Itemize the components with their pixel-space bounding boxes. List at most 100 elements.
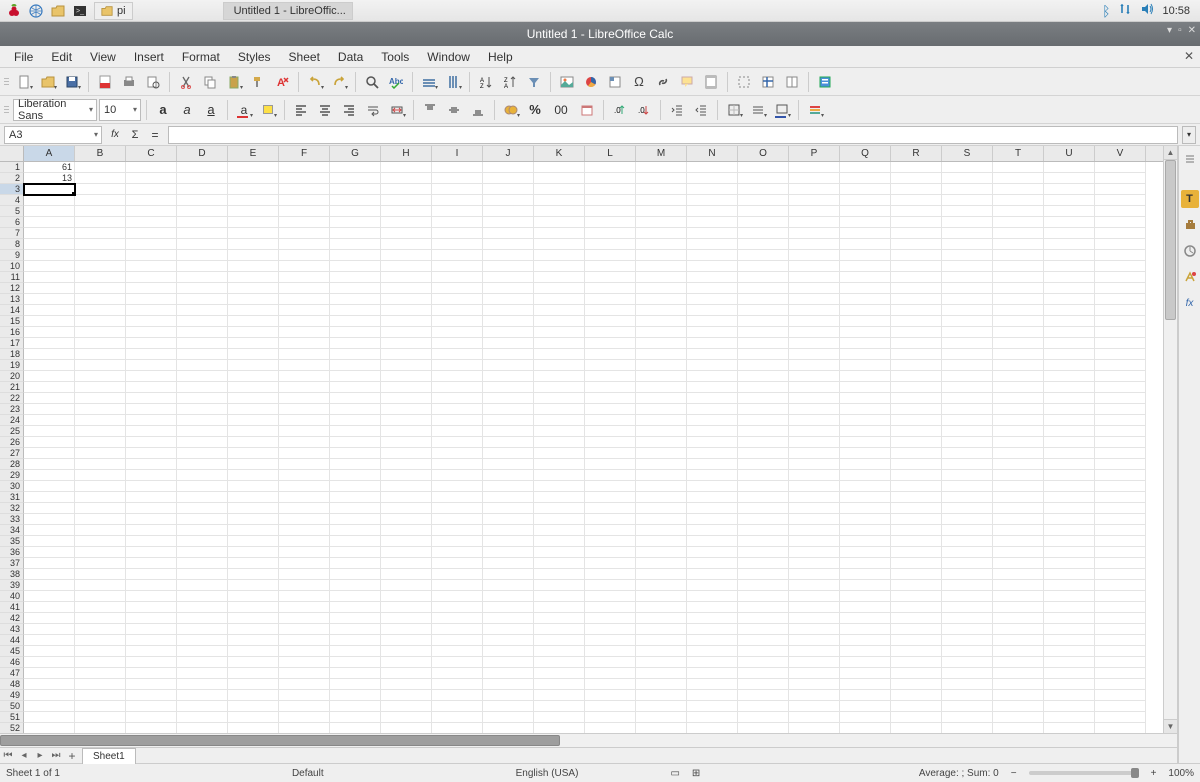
cell[interactable] xyxy=(1044,228,1095,239)
cell[interactable] xyxy=(228,690,279,701)
cell[interactable] xyxy=(942,327,993,338)
cell[interactable] xyxy=(1044,437,1095,448)
cell[interactable] xyxy=(840,591,891,602)
cell[interactable] xyxy=(381,426,432,437)
zoom-out-icon[interactable]: − xyxy=(1011,768,1017,779)
cell[interactable] xyxy=(1095,602,1146,613)
cell[interactable] xyxy=(738,250,789,261)
cell[interactable] xyxy=(1095,668,1146,679)
cell[interactable] xyxy=(636,668,687,679)
cell[interactable] xyxy=(330,195,381,206)
clone-formatting-icon[interactable] xyxy=(247,71,269,93)
cell[interactable] xyxy=(993,382,1044,393)
underline-icon[interactable]: a xyxy=(200,99,222,121)
cell[interactable] xyxy=(381,635,432,646)
cell[interactable] xyxy=(483,162,534,173)
cell[interactable] xyxy=(279,723,330,733)
cell[interactable] xyxy=(585,613,636,624)
font-name-combo[interactable]: Liberation Sans▾ xyxy=(13,99,97,121)
cell[interactable] xyxy=(228,602,279,613)
cell[interactable] xyxy=(585,448,636,459)
taskbar-item-calc[interactable]: Untitled 1 - LibreOffic... xyxy=(223,2,353,20)
cell[interactable] xyxy=(1095,206,1146,217)
row-header[interactable]: 8 xyxy=(0,239,24,250)
cell[interactable] xyxy=(126,459,177,470)
cell[interactable] xyxy=(789,470,840,481)
cell[interactable] xyxy=(1095,547,1146,558)
cell[interactable] xyxy=(432,228,483,239)
cell[interactable] xyxy=(585,393,636,404)
cell[interactable] xyxy=(330,283,381,294)
cell[interactable] xyxy=(279,569,330,580)
cell[interactable] xyxy=(1044,217,1095,228)
cell[interactable] xyxy=(534,162,585,173)
cell[interactable] xyxy=(891,481,942,492)
cell[interactable] xyxy=(24,712,75,723)
cell[interactable] xyxy=(993,569,1044,580)
cell[interactable] xyxy=(687,613,738,624)
cell[interactable] xyxy=(483,360,534,371)
cell[interactable] xyxy=(177,228,228,239)
cell[interactable] xyxy=(534,206,585,217)
cell[interactable] xyxy=(534,602,585,613)
cell[interactable] xyxy=(330,261,381,272)
cell[interactable] xyxy=(483,536,534,547)
cell[interactable] xyxy=(228,624,279,635)
cell[interactable] xyxy=(891,206,942,217)
cell[interactable] xyxy=(330,657,381,668)
cell[interactable] xyxy=(432,316,483,327)
cell[interactable] xyxy=(432,635,483,646)
cell[interactable] xyxy=(534,448,585,459)
cell[interactable] xyxy=(381,272,432,283)
cell[interactable] xyxy=(534,635,585,646)
percent-icon[interactable]: % xyxy=(524,99,546,121)
cell[interactable] xyxy=(687,195,738,206)
sort-desc-icon[interactable]: ZA xyxy=(499,71,521,93)
cell[interactable] xyxy=(942,228,993,239)
cell[interactable] xyxy=(993,613,1044,624)
cell[interactable] xyxy=(177,415,228,426)
row-header[interactable]: 14 xyxy=(0,305,24,316)
cell[interactable] xyxy=(585,690,636,701)
cell[interactable] xyxy=(330,459,381,470)
cell[interactable] xyxy=(483,690,534,701)
row-header[interactable]: 13 xyxy=(0,294,24,305)
cell[interactable] xyxy=(585,239,636,250)
cell[interactable] xyxy=(891,679,942,690)
cell[interactable] xyxy=(432,514,483,525)
scroll-up-icon[interactable]: ▲ xyxy=(1164,146,1177,160)
cell[interactable] xyxy=(279,536,330,547)
cell[interactable] xyxy=(381,470,432,481)
cell[interactable] xyxy=(24,492,75,503)
cell[interactable] xyxy=(75,360,126,371)
cell[interactable] xyxy=(1044,206,1095,217)
redo-icon[interactable]: ▾ xyxy=(328,71,350,93)
cell[interactable] xyxy=(942,349,993,360)
cell[interactable] xyxy=(279,349,330,360)
cell[interactable] xyxy=(432,195,483,206)
language-label[interactable]: English (USA) xyxy=(516,768,579,779)
cell[interactable] xyxy=(789,294,840,305)
cell[interactable] xyxy=(687,327,738,338)
cell[interactable] xyxy=(126,558,177,569)
cell[interactable] xyxy=(432,503,483,514)
cell[interactable] xyxy=(432,239,483,250)
cell[interactable] xyxy=(483,668,534,679)
cell[interactable] xyxy=(432,525,483,536)
cell[interactable] xyxy=(279,217,330,228)
cell[interactable] xyxy=(687,701,738,712)
cell[interactable] xyxy=(789,657,840,668)
cell[interactable] xyxy=(279,283,330,294)
cell[interactable] xyxy=(636,712,687,723)
cell[interactable] xyxy=(942,162,993,173)
autofilter-icon[interactable] xyxy=(523,71,545,93)
cell[interactable] xyxy=(1095,635,1146,646)
cell[interactable] xyxy=(24,448,75,459)
cell[interactable] xyxy=(738,261,789,272)
cell[interactable] xyxy=(687,690,738,701)
cell[interactable] xyxy=(738,602,789,613)
name-box[interactable]: A3▾ xyxy=(4,126,102,144)
cell[interactable] xyxy=(534,294,585,305)
cell[interactable] xyxy=(534,426,585,437)
cell[interactable] xyxy=(840,690,891,701)
